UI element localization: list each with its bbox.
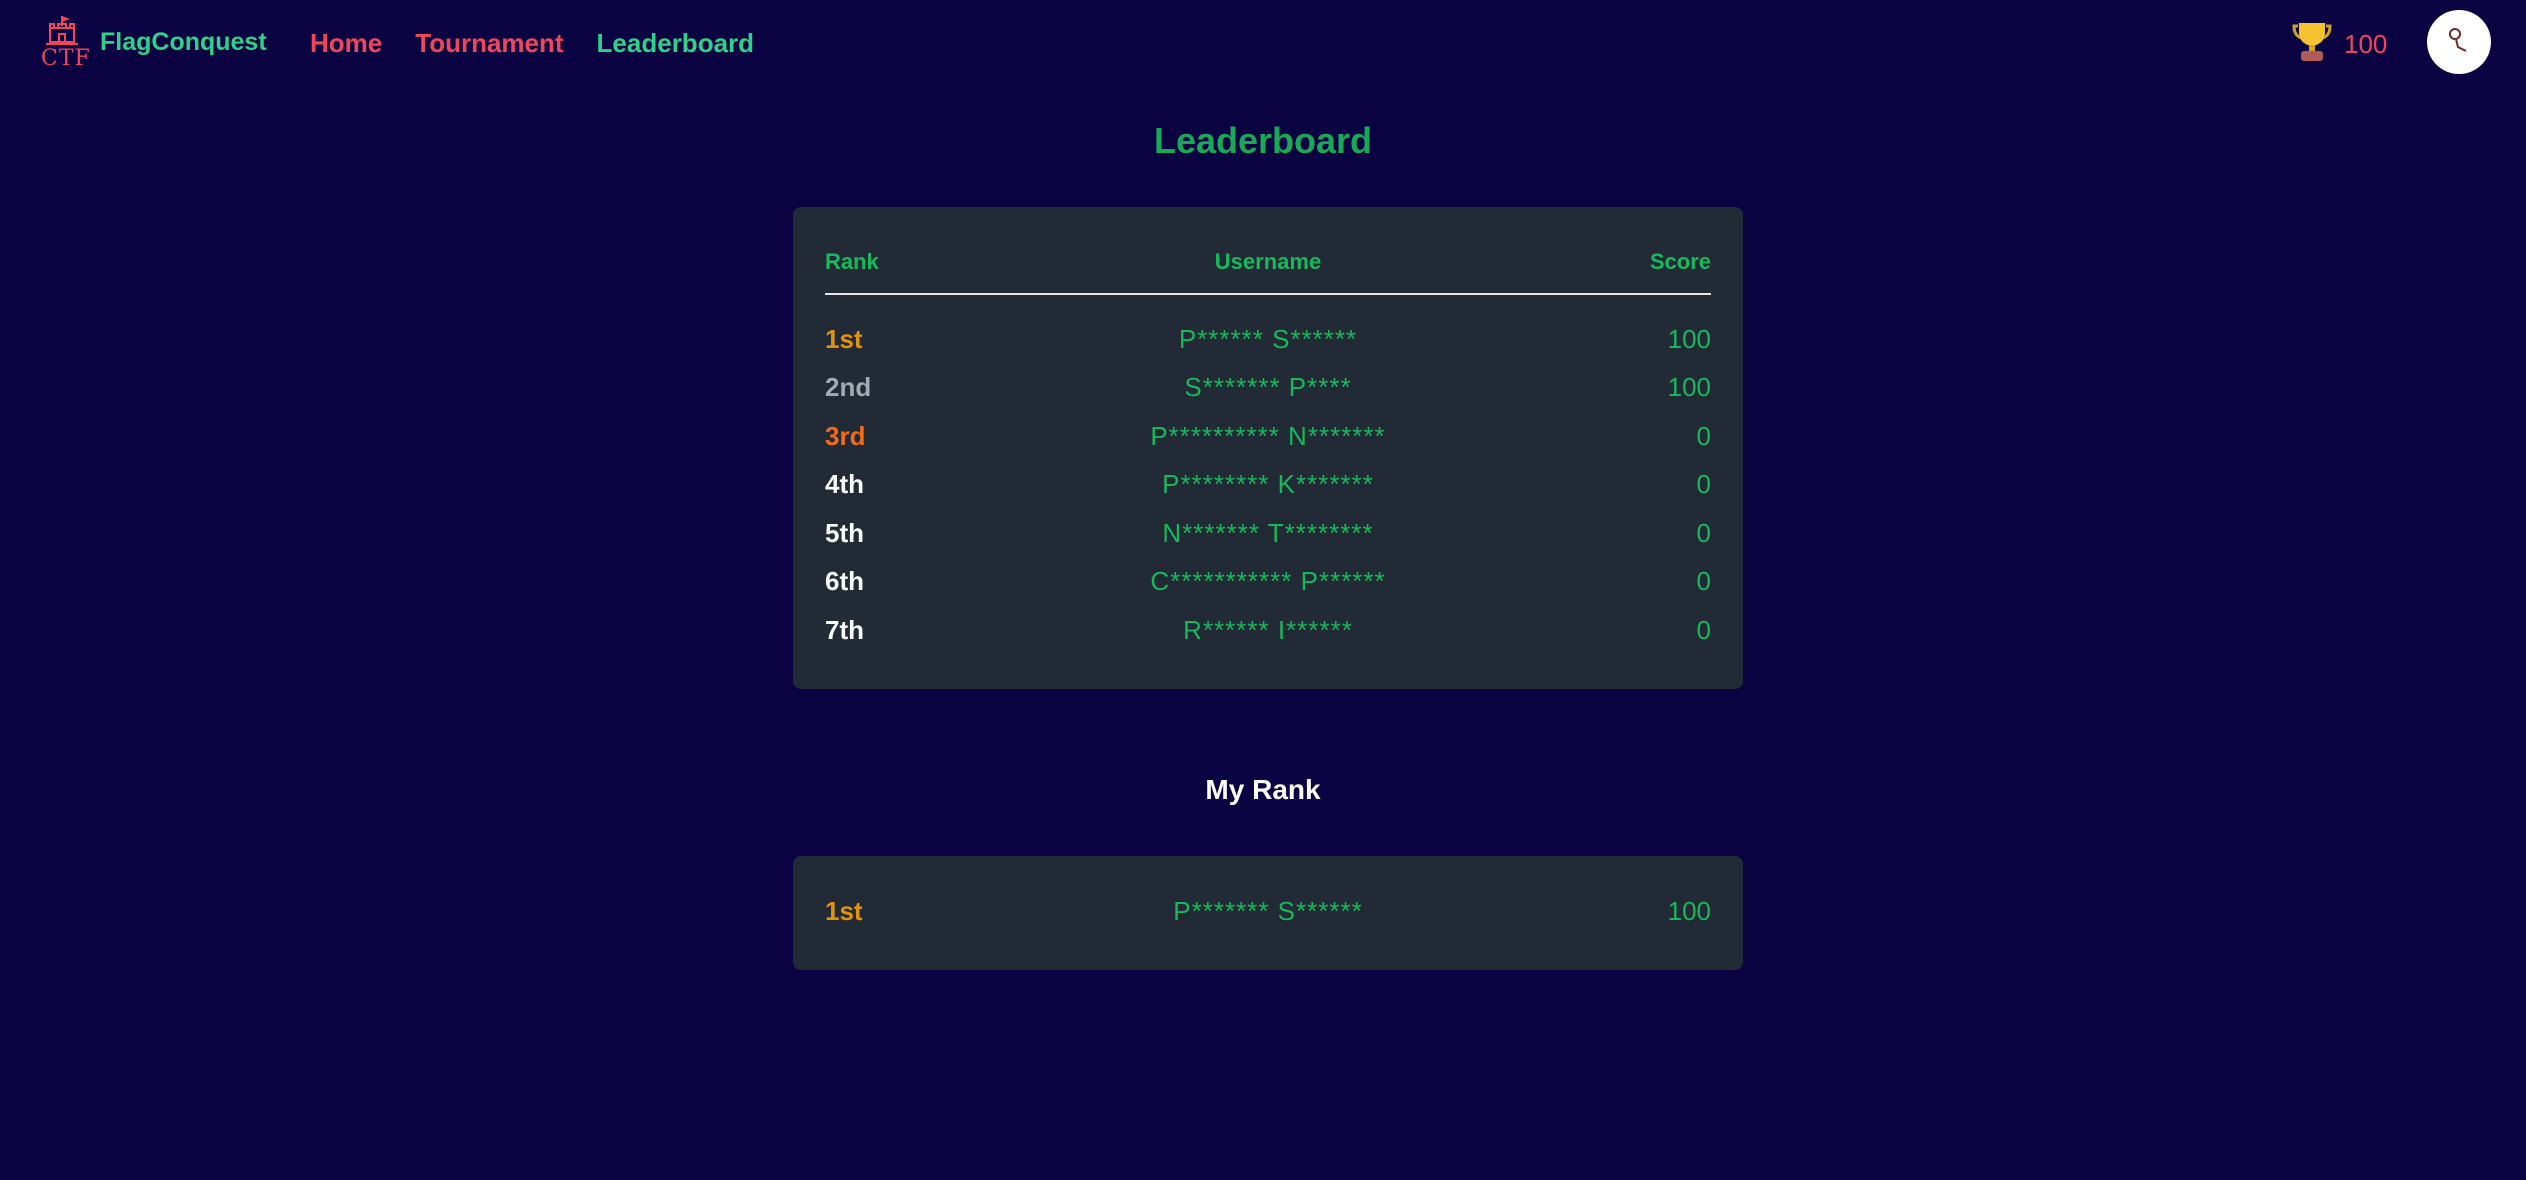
score-cell: 0: [1696, 566, 1711, 596]
score-cell: 0: [1696, 615, 1711, 645]
my-rank-row: 1st P******* S****** 100: [825, 891, 1711, 931]
username-cell: C*********** P******: [1150, 566, 1386, 596]
my-rank-card: 1st P******* S****** 100: [793, 856, 1743, 970]
table-row: 7th R****** I****** 0: [825, 610, 1711, 650]
column-header-username: Username: [1214, 249, 1322, 274]
table-row: 1st P****** S****** 100: [825, 319, 1711, 359]
table-row: 6th C*********** P****** 0: [825, 561, 1711, 601]
nav-tournament-link[interactable]: Tournament: [415, 28, 563, 59]
username-cell: N******* T********: [1162, 518, 1374, 548]
username-cell: R****** I******: [1183, 615, 1353, 645]
logo-text: CTF: [41, 46, 91, 71]
table-header: Rank Username Score: [825, 243, 1711, 279]
top-navbar: CTF FlagConquest Home Tournament Leaderb…: [0, 0, 2526, 92]
points-display: 100: [2290, 20, 2387, 69]
user-avatar-icon: [2444, 25, 2474, 60]
table-row: 3rd P********** N******* 0: [825, 416, 1711, 456]
page-title: Leaderboard: [1153, 120, 1373, 161]
my-username-cell: P******* S******: [1173, 896, 1363, 926]
username-cell: S******* P****: [1184, 372, 1352, 402]
username-cell: P****** S******: [1178, 324, 1358, 354]
score-cell: 100: [1667, 324, 1711, 354]
my-rank-title: My Rank: [1205, 774, 1321, 805]
trophy-icon: [2290, 20, 2334, 69]
username-cell: P******** K*******: [1162, 469, 1374, 499]
nav-home-link[interactable]: Home: [310, 28, 382, 59]
table-row: 2nd S******* P**** 100: [825, 367, 1711, 407]
header-divider: [825, 293, 1711, 295]
brand-logo-link[interactable]: CTF FlagConquest: [40, 14, 267, 74]
my-score-cell: 100: [1667, 896, 1711, 926]
castle-flag-logo-icon: CTF: [40, 14, 92, 74]
leaderboard-table: Rank Username Score 1st P****** S****** …: [793, 207, 1743, 689]
main-nav: Home Tournament Leaderboard: [310, 28, 754, 59]
nav-leaderboard-link[interactable]: Leaderboard: [597, 28, 755, 59]
table-row: 4th P******** K******* 0: [825, 464, 1711, 504]
username-cell: P********** N*******: [1150, 421, 1386, 451]
user-avatar-button[interactable]: [2427, 10, 2491, 74]
table-row: 5th N******* T******** 0: [825, 513, 1711, 553]
score-cell: 100: [1667, 372, 1711, 402]
column-header-score: Score: [1649, 249, 1711, 274]
points-value: 100: [2344, 29, 2388, 59]
score-cell: 0: [1696, 421, 1711, 451]
score-cell: 0: [1696, 518, 1711, 548]
score-cell: 0: [1696, 469, 1711, 499]
brand-name: FlagConquest: [100, 28, 267, 56]
